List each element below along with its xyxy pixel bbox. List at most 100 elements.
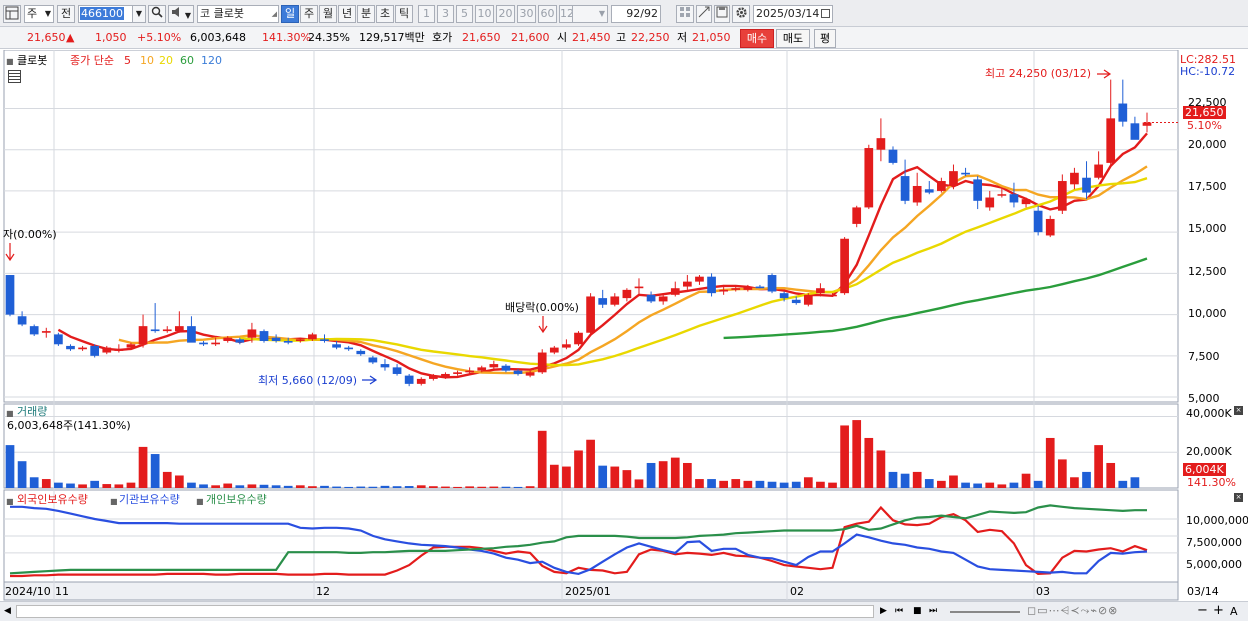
- volume-bar: [525, 486, 535, 488]
- interval-button-0[interactable]: 1: [418, 5, 435, 23]
- search-icon[interactable]: [148, 5, 166, 23]
- close-panel-icon[interactable]: ×: [1234, 493, 1243, 502]
- rights-annotation: 자(0.00%): [3, 228, 57, 241]
- volume-bar: [961, 482, 970, 488]
- period-tab-0[interactable]: 일: [281, 5, 299, 23]
- chart-svg[interactable]: [0, 49, 1248, 602]
- volume-bar: [1033, 480, 1043, 488]
- zoom-in-icon[interactable]: +: [1213, 604, 1224, 617]
- stop-icon[interactable]: ■: [913, 605, 922, 618]
- volume-bar: [392, 486, 402, 488]
- interval-button-1[interactable]: 3: [437, 5, 454, 23]
- calculator-icon[interactable]: [8, 70, 21, 83]
- volume-bar: [803, 477, 813, 488]
- first-page-icon[interactable]: ⏮: [895, 605, 903, 618]
- change-arrow: ▲: [66, 31, 75, 44]
- volume-bar: [791, 481, 801, 488]
- zoom-out-icon[interactable]: −: [1197, 604, 1208, 617]
- stock-title: 클로봇: [17, 54, 48, 67]
- interval-dropdown[interactable]: ▼: [572, 5, 608, 23]
- price-tick-4: 12,500: [1188, 265, 1227, 278]
- holdings-tick-5m: 5,000,000: [1186, 558, 1242, 571]
- candle-body: [211, 342, 220, 345]
- buy-button[interactable]: 매수: [740, 29, 774, 48]
- candle-body: [356, 350, 366, 355]
- panel-menu-icon[interactable]: ■: [6, 55, 14, 68]
- eval-button[interactable]: 평: [814, 29, 836, 48]
- current-price: 21,650: [27, 31, 66, 44]
- candle-body: [670, 288, 680, 295]
- volume-bar: [1130, 477, 1140, 488]
- candle-body: [598, 298, 608, 305]
- sell-button[interactable]: 매도: [776, 29, 810, 48]
- drawing-tools-icon[interactable]: ◻▭⋯⩤≺⤳⌁⊘⊗: [1027, 604, 1118, 617]
- font-size-icon[interactable]: A: [1230, 605, 1238, 618]
- volume-bar: [150, 454, 160, 488]
- chart-area[interactable]: ■ 클로봇 종가 단순 5 10 20 60 120 LC:282.51 HC:…: [0, 49, 1248, 602]
- volume-bar: [428, 486, 438, 488]
- x-label-2024-10: 2024/10: [5, 585, 51, 598]
- type-select[interactable]: 전: [57, 5, 75, 23]
- candle-body: [828, 294, 837, 297]
- panel-menu-icon[interactable]: ■: [196, 495, 204, 508]
- candle-body: [586, 296, 595, 333]
- candle-body: [54, 334, 63, 345]
- count-input[interactable]: 92/92: [611, 5, 661, 23]
- speaker-icon[interactable]: ▼: [168, 5, 194, 23]
- interval-button-6[interactable]: 60: [538, 5, 557, 23]
- candle-body: [271, 337, 281, 341]
- candle-body: [646, 294, 656, 302]
- scroll-left-icon[interactable]: ◀: [4, 605, 11, 618]
- layout-icon[interactable]: [3, 5, 21, 23]
- market-select[interactable]: 주 ▼: [24, 5, 54, 23]
- interval-button-3[interactable]: 10: [475, 5, 494, 23]
- scrollbar-track[interactable]: [16, 605, 874, 618]
- volume-bar: [126, 482, 136, 488]
- volume-bar: [259, 484, 269, 488]
- gear-icon[interactable]: [732, 5, 750, 23]
- volume-bar: [78, 484, 87, 488]
- panel-menu-icon[interactable]: ■: [6, 495, 14, 508]
- price-tick-1: 20,000: [1188, 138, 1227, 151]
- candle-body: [247, 329, 257, 338]
- panel-menu-icon[interactable]: ■: [110, 495, 118, 508]
- volume-bar: [199, 484, 208, 488]
- zoom-slider[interactable]: [950, 611, 1020, 613]
- draw-tool-icon[interactable]: [696, 5, 712, 23]
- code-dropdown-button[interactable]: ▼: [132, 5, 146, 23]
- candle-body: [162, 329, 172, 332]
- volume-bar: [187, 482, 196, 488]
- grid-icon[interactable]: [676, 5, 694, 23]
- candle-body: [66, 345, 75, 350]
- candle-body: [17, 316, 27, 325]
- candle-body: [223, 337, 233, 341]
- period-tab-3[interactable]: 년: [338, 5, 356, 23]
- ma-legend-10: 10: [140, 54, 154, 67]
- candle-body: [78, 347, 87, 350]
- last-page-icon[interactable]: ⏭: [929, 605, 937, 618]
- volume-value: 6,003,648: [190, 31, 246, 44]
- volume-bar: [477, 486, 487, 488]
- calendar-icon: [821, 9, 830, 18]
- period-tab-4[interactable]: 분: [357, 5, 375, 23]
- volume-bar: [997, 484, 1007, 488]
- scroll-right-icon[interactable]: ▶: [880, 605, 887, 618]
- date-field[interactable]: 2025/03/14: [753, 5, 833, 23]
- period-tab-1[interactable]: 주: [300, 5, 318, 23]
- period-tab-6[interactable]: 틱: [395, 5, 413, 23]
- stock-name-field[interactable]: 코 클로봇 ◢: [197, 5, 279, 23]
- volume-bar: [864, 437, 874, 488]
- close-panel-icon[interactable]: ×: [1234, 406, 1243, 415]
- save-icon[interactable]: [714, 5, 730, 23]
- candle-body: [1094, 164, 1103, 178]
- volume-bar: [90, 480, 100, 488]
- candle-body: [924, 189, 934, 193]
- volume-bar: [924, 479, 934, 488]
- interval-button-4[interactable]: 20: [496, 5, 515, 23]
- interval-button-5[interactable]: 30: [517, 5, 536, 23]
- period-tab-2[interactable]: 월: [319, 5, 337, 23]
- volume-bar: [114, 484, 124, 488]
- period-tab-5[interactable]: 초: [376, 5, 394, 23]
- interval-button-2[interactable]: 5: [456, 5, 473, 23]
- toolbar: 주 ▼ 전 466100 ▼ ▼ 코 클로봇 ◢ 일주월년분초틱 1 3 5 10 20 3…: [0, 0, 1248, 27]
